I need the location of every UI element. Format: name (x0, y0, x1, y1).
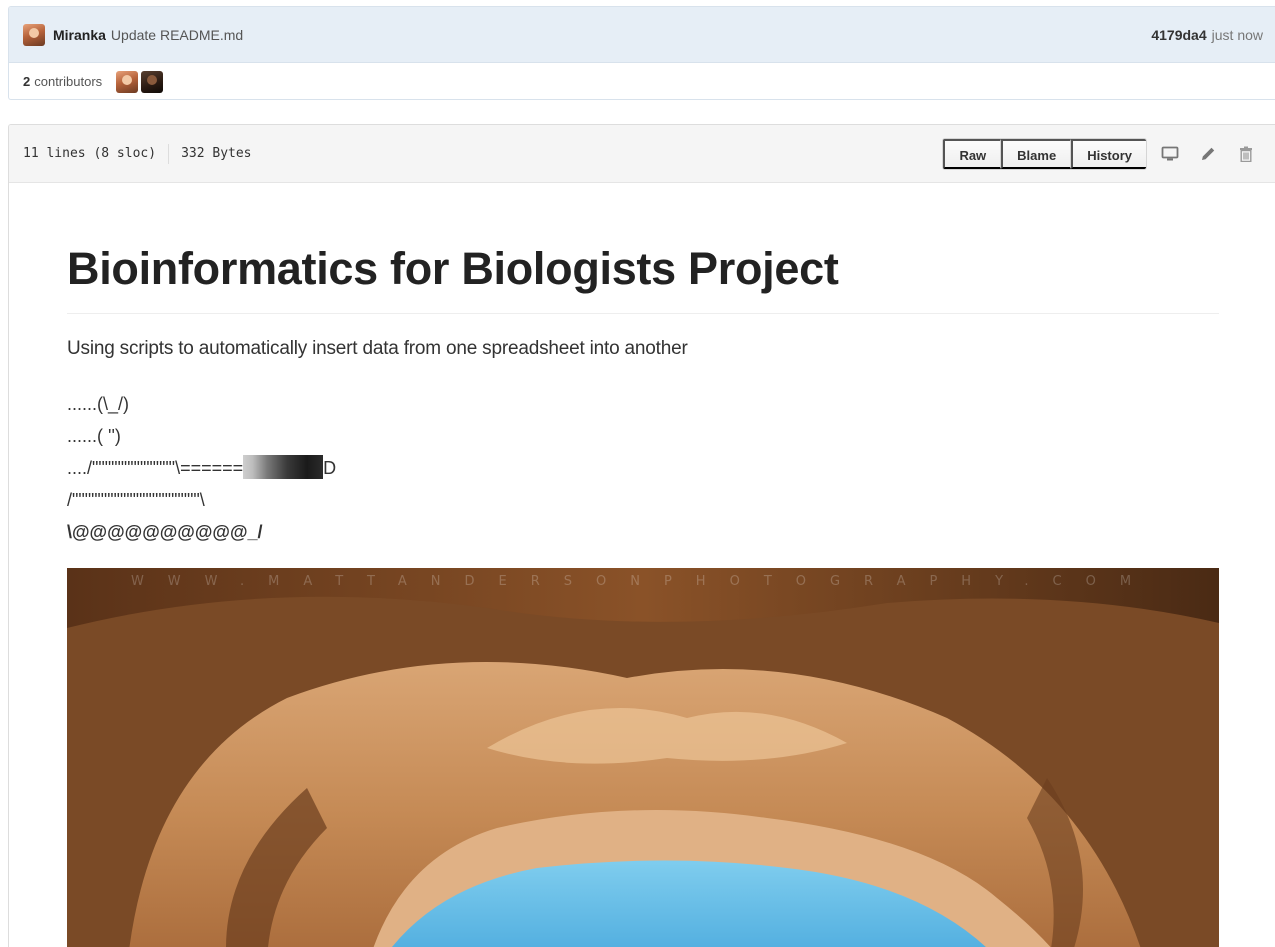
contributor-avatars (116, 70, 164, 93)
commit-time: just now (1211, 26, 1263, 43)
file-size: 332 Bytes (181, 146, 252, 161)
readme-content: Bioinformatics for Biologists Project Us… (9, 243, 1275, 947)
github-file-view: Miranka Update README.md 4179da4 just no… (0, 0, 1275, 947)
readme-title: Bioinformatics for Biologists Project (67, 243, 1219, 314)
commit-info-box: Miranka Update README.md 4179da4 just no… (8, 6, 1275, 100)
ascii-line-left: ..../"""""""""""""\====== (67, 458, 244, 478)
file-line-count: 11 lines (8 sloc) (23, 146, 157, 161)
commit-sha-link[interactable]: 4179da4 (1151, 27, 1206, 43)
commit-message-link[interactable]: Update README.md (111, 27, 243, 43)
pencil-icon[interactable] (1193, 139, 1223, 169)
ascii-art: ......(\_/) ......( '') ..../"""""""""""… (67, 388, 1219, 548)
cave-arch-illustration (67, 568, 1219, 947)
meta-divider (168, 143, 170, 164)
desktop-icon[interactable] (1155, 139, 1185, 169)
file-header: 11 lines (8 sloc) 332 Bytes Raw Blame Hi… (9, 125, 1275, 183)
raw-button[interactable]: Raw (943, 138, 1002, 169)
ascii-line: \@@@@@@@@@@_/ (67, 522, 263, 542)
readme-photo: WWW.MATTANDERSONPHOTOGRAPHY.COM (67, 568, 1219, 947)
trash-icon[interactable] (1231, 139, 1261, 169)
contributor-avatar[interactable] (116, 70, 139, 93)
history-button[interactable]: History (1071, 138, 1146, 169)
ascii-line: ......(\_/) (67, 394, 130, 414)
file-actions-group: Raw Blame History (942, 137, 1147, 170)
ascii-line: /""""""""""""""""""""\ (67, 490, 205, 510)
commit-author-link[interactable]: Miranka (53, 27, 106, 43)
contributor-avatar[interactable] (141, 70, 164, 93)
file-box: 11 lines (8 sloc) 332 Bytes Raw Blame Hi… (8, 124, 1275, 947)
photo-watermark: WWW.MATTANDERSONPHOTOGRAPHY.COM (130, 574, 1156, 589)
contributors-link[interactable]: 2 contributors (23, 74, 102, 89)
readme-description: Using scripts to automatically insert da… (67, 338, 688, 359)
ascii-line: ......( '') (67, 426, 121, 446)
contributors-row: 2 contributors (9, 63, 1275, 99)
contributors-label: contributors (34, 74, 103, 89)
author-avatar[interactable] (23, 23, 45, 46)
latest-commit-bar: Miranka Update README.md 4179da4 just no… (9, 7, 1275, 63)
blame-button[interactable]: Blame (1001, 138, 1072, 169)
ascii-line: ..../"""""""""""""\====== D (67, 452, 1219, 484)
ascii-line-right: D (323, 458, 337, 478)
embedded-gradient-image (243, 455, 324, 480)
contributors-count: 2 (23, 74, 31, 89)
